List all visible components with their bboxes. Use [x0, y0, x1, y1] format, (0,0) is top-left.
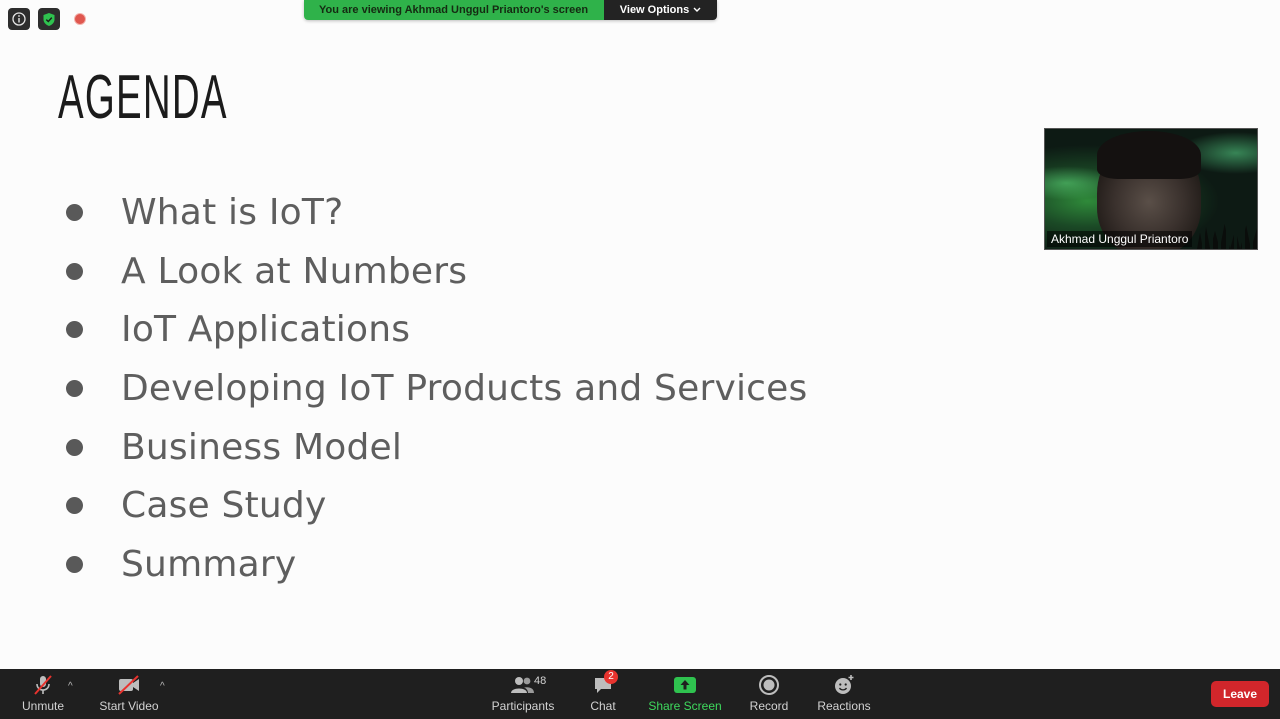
- list-item: Business Model: [66, 418, 807, 477]
- video-options-caret-icon[interactable]: ^: [160, 681, 165, 692]
- record-label: Record: [749, 699, 789, 713]
- shield-check-icon[interactable]: [38, 8, 60, 30]
- record-button[interactable]: Record: [748, 669, 790, 719]
- bullet-icon: [66, 379, 83, 397]
- slide-title: AGENDA: [58, 63, 228, 132]
- list-item: What is IoT?: [66, 183, 807, 242]
- agenda-item-text: What is IoT?: [121, 191, 344, 233]
- bullet-icon: [66, 497, 83, 515]
- viewing-screen-text: You are viewing Akhmad Unggul Priantoro'…: [304, 0, 604, 20]
- meeting-toolbar: Unmute ^ Start Video ^ 48 Participants 2…: [0, 669, 1280, 719]
- list-item: A Look at Numbers: [66, 242, 807, 301]
- info-icon[interactable]: [8, 8, 30, 30]
- start-video-button[interactable]: Start Video: [98, 669, 160, 719]
- chat-label: Chat: [590, 699, 616, 713]
- agenda-item-text: Case Study: [121, 485, 327, 527]
- bullet-icon: [66, 203, 83, 221]
- record-icon: [758, 673, 780, 697]
- participants-icon: 48: [510, 673, 546, 697]
- microphone-muted-icon: [31, 673, 55, 697]
- bullet-icon: [66, 555, 83, 573]
- chevron-down-icon: [693, 7, 701, 12]
- share-screen-button[interactable]: Share Screen: [648, 669, 722, 719]
- share-screen-icon: [673, 673, 697, 697]
- agenda-item-text: Developing IoT Products and Services: [121, 367, 808, 409]
- list-item: Case Study: [66, 476, 807, 535]
- unmute-label: Unmute: [21, 699, 65, 713]
- bullet-icon: [66, 438, 83, 456]
- leave-button[interactable]: Leave: [1211, 681, 1269, 707]
- unmute-button[interactable]: Unmute: [18, 669, 68, 719]
- bullet-icon: [66, 262, 83, 280]
- chat-bubble-icon: 2: [592, 670, 618, 697]
- list-item: Summary: [66, 535, 807, 594]
- chat-button[interactable]: 2 Chat: [588, 669, 618, 719]
- participants-count: 48: [534, 675, 547, 687]
- agenda-list: What is IoT? A Look at Numbers IoT Appli…: [66, 183, 807, 594]
- list-item: IoT Applications: [66, 300, 807, 359]
- reactions-label: Reactions: [817, 699, 871, 713]
- agenda-item-text: IoT Applications: [121, 309, 411, 351]
- start-video-label: Start Video: [99, 699, 159, 713]
- agenda-item-text: A Look at Numbers: [121, 250, 468, 292]
- meeting-status-icons: [8, 8, 86, 30]
- bullet-icon: [66, 321, 83, 339]
- participants-label: Participants: [491, 699, 555, 713]
- agenda-item-text: Summary: [121, 543, 297, 585]
- audio-options-caret-icon[interactable]: ^: [68, 681, 73, 692]
- recording-icon: [74, 13, 86, 25]
- participant-hair: [1097, 131, 1201, 179]
- agenda-item-text: Business Model: [121, 426, 403, 468]
- reactions-button[interactable]: Reactions: [817, 669, 871, 719]
- share-screen-label: Share Screen: [648, 699, 722, 713]
- smiley-add-icon: [832, 673, 856, 697]
- screen-share-banner: You are viewing Akhmad Unggul Priantoro'…: [304, 0, 717, 20]
- view-options-label: View Options: [619, 4, 690, 16]
- chat-unread-badge: 2: [604, 670, 618, 684]
- view-options-button[interactable]: View Options: [604, 0, 717, 20]
- video-camera-off-icon: [116, 673, 142, 697]
- participants-button[interactable]: 48 Participants: [491, 669, 555, 719]
- participant-video-tile[interactable]: Akhmad Unggul Priantoro: [1044, 128, 1258, 250]
- list-item: Developing IoT Products and Services: [66, 359, 807, 418]
- participant-name-label: Akhmad Unggul Priantoro: [1047, 231, 1193, 247]
